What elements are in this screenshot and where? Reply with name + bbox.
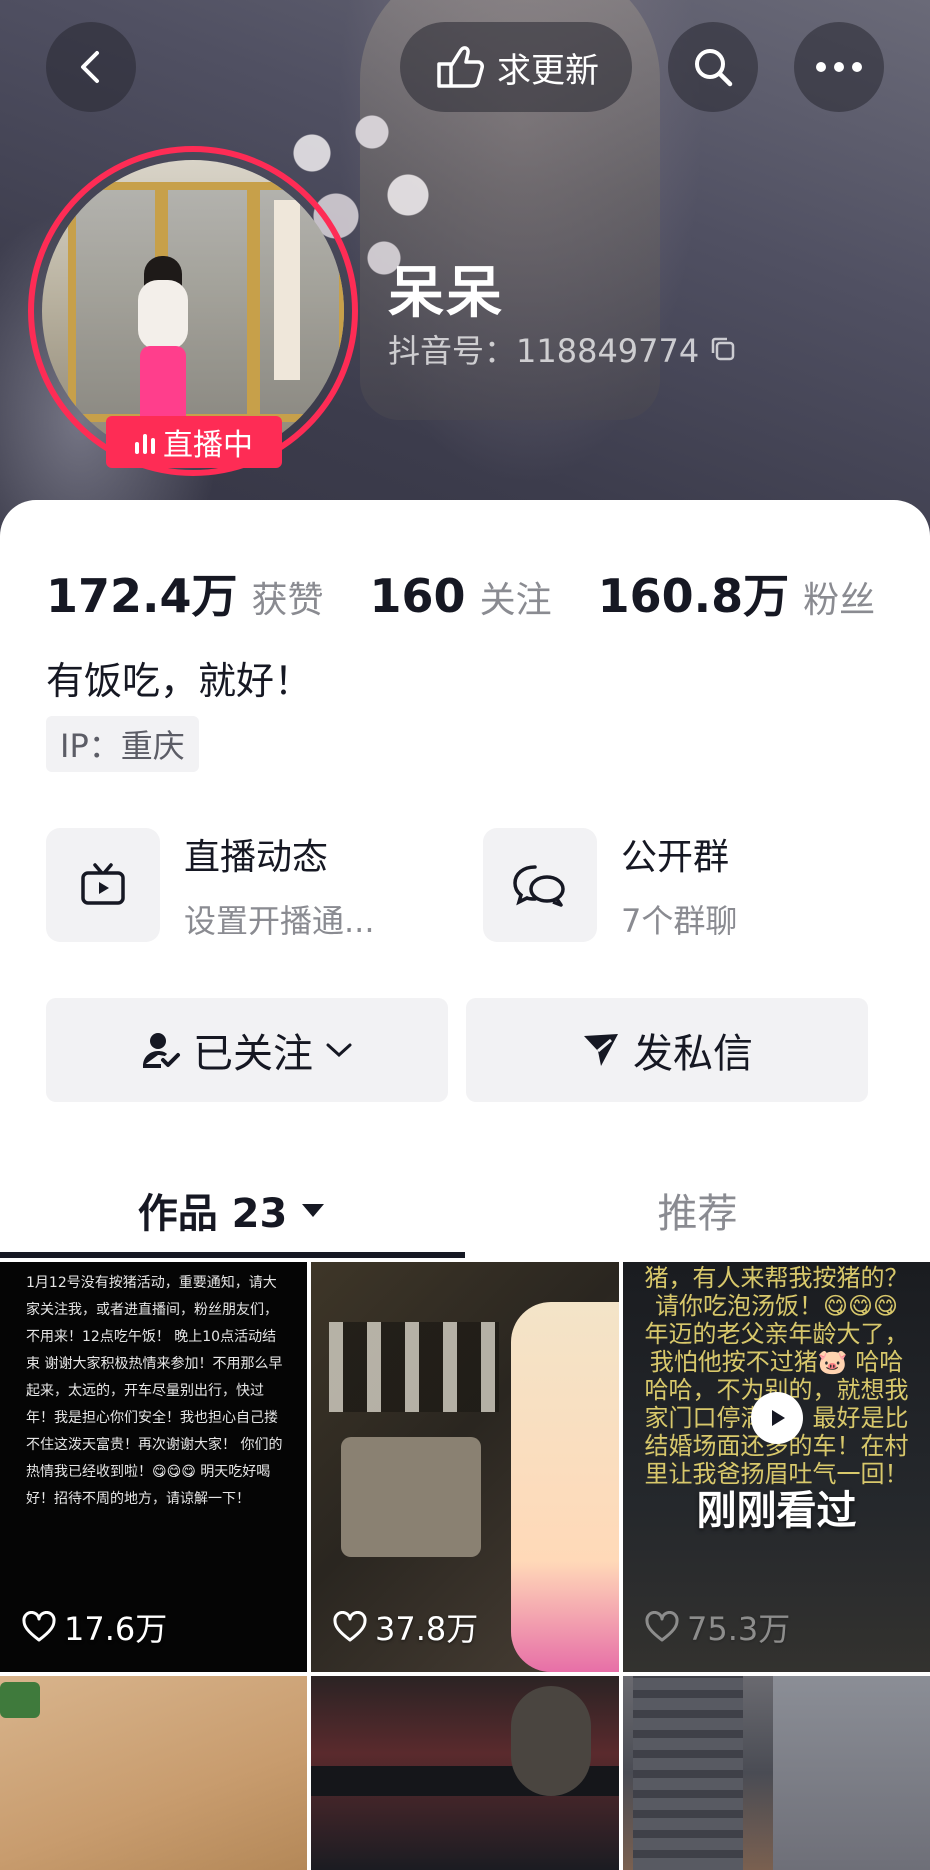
tab-indicator	[0, 1252, 465, 1258]
video-tile[interactable]: 1月12号没有按猪活动，重要通知，请大家关注我，或者进直播间，粉丝朋友们，不用来…	[0, 1262, 307, 1672]
thumbnail-person	[511, 1302, 619, 1672]
thumbnail-pig	[341, 1437, 481, 1557]
stat-following-value: 160	[369, 569, 466, 623]
search-icon	[695, 49, 733, 87]
content-tabs: 作品 23 推荐	[0, 1160, 930, 1260]
search-button[interactable]	[668, 22, 758, 112]
heart-icon	[333, 1611, 367, 1642]
live-updates-entry[interactable]: 直播动态 设置开播通...	[46, 828, 375, 942]
more-button[interactable]	[794, 22, 884, 112]
video-tile[interactable]: 37.8万	[311, 1262, 619, 1672]
user-check-icon	[143, 1033, 180, 1068]
account-id: 抖音号：118849774	[388, 332, 700, 370]
stats-row: 172.4万 获赞 160 关注 160.8万 粉丝	[46, 560, 921, 626]
video-tile[interactable]	[0, 1676, 307, 1870]
live-bars-icon	[135, 430, 155, 454]
profile-name: 呆呆	[388, 261, 504, 326]
tab-works[interactable]: 作品 23	[0, 1160, 465, 1260]
thumbnail-window	[329, 1322, 499, 1412]
more-icon	[816, 62, 862, 72]
like-count: 37.8万	[333, 1604, 478, 1650]
thumbnail-building	[633, 1676, 743, 1870]
stat-likes-value: 172.4万	[46, 569, 238, 623]
chevron-down-icon	[326, 1043, 352, 1058]
recently-viewed-label: 刚刚看过	[696, 1488, 857, 1534]
like-count: 75.3万	[645, 1604, 790, 1650]
stat-following-label: 关注	[479, 580, 552, 621]
play-button[interactable]	[751, 1392, 803, 1444]
public-group-entry[interactable]: 公开群 7个群聊	[483, 828, 737, 942]
like-count-value: 75.3万	[687, 1610, 791, 1648]
following-label: 已关注	[193, 1031, 313, 1077]
send-message-button[interactable]: 发私信	[466, 998, 868, 1102]
following-button[interactable]: 已关注	[46, 998, 448, 1102]
tab-recommend[interactable]: 推荐	[465, 1160, 930, 1260]
tv-icon-box	[46, 828, 160, 942]
tv-icon	[81, 863, 125, 905]
request-update-label: 求更新	[497, 50, 599, 91]
back-button[interactable]	[46, 22, 136, 112]
stat-followers-value: 160.8万	[597, 569, 790, 623]
stat-likes[interactable]: 172.4万 获赞	[46, 560, 324, 626]
like-count-value: 17.6万	[64, 1610, 168, 1648]
stat-followers[interactable]: 160.8万 粉丝	[598, 560, 876, 626]
send-icon	[584, 1034, 618, 1066]
thumbnail-figure	[511, 1686, 591, 1796]
heart-icon	[645, 1611, 679, 1642]
thumb-icon	[437, 46, 484, 88]
play-icon	[772, 1410, 785, 1426]
video-tile[interactable]	[311, 1676, 619, 1870]
thumbnail-object	[0, 1682, 40, 1718]
request-update-button[interactable]: 求更新	[400, 22, 632, 112]
heart-icon	[22, 1611, 56, 1642]
bio: 有饭吃，就好！	[46, 659, 313, 703]
like-count-value: 37.8万	[375, 1610, 479, 1648]
send-message-label: 发私信	[633, 1031, 753, 1077]
public-group-subtitle: 7个群聊	[621, 902, 738, 940]
video-caption: 猪，有人来帮我按猪的？请你吃泡汤饭！😋😋😋 年迈的老父亲年龄大了，我怕他按不过猪…	[644, 1264, 909, 1488]
thumbnail-building	[773, 1676, 930, 1870]
public-group-title: 公开群	[621, 837, 730, 878]
like-count: 17.6万	[22, 1604, 167, 1650]
video-tile[interactable]	[623, 1676, 930, 1870]
chat-icon-box	[483, 828, 597, 942]
back-icon	[81, 51, 99, 83]
live-label: 直播中	[163, 428, 253, 463]
ip-location: IP：重庆	[46, 716, 199, 772]
video-tile[interactable]: 猪，有人来帮我按猪的？请你吃泡汤饭！😋😋😋 年迈的老父亲年龄大了，我怕他按不过猪…	[623, 1262, 930, 1672]
tab-recommend-label: 推荐	[657, 1191, 738, 1237]
account-id-row[interactable]: 抖音号：118849774	[388, 326, 737, 372]
live-badge[interactable]: 直播中	[106, 416, 282, 468]
tab-works-label: 作品 23	[137, 1191, 288, 1237]
live-updates-subtitle: 设置开播通...	[184, 902, 375, 940]
chat-icon	[513, 865, 565, 907]
copy-icon	[712, 337, 735, 361]
stat-following[interactable]: 160 关注	[370, 569, 552, 623]
video-caption: 1月12号没有按猪活动，重要通知，请大家关注我，或者进直播间，粉丝朋友们，不用来…	[26, 1275, 283, 1507]
caret-down-icon	[302, 1204, 325, 1217]
stat-likes-label: 获赞	[251, 580, 324, 621]
stat-followers-label: 粉丝	[803, 580, 876, 621]
live-updates-title: 直播动态	[184, 837, 329, 878]
